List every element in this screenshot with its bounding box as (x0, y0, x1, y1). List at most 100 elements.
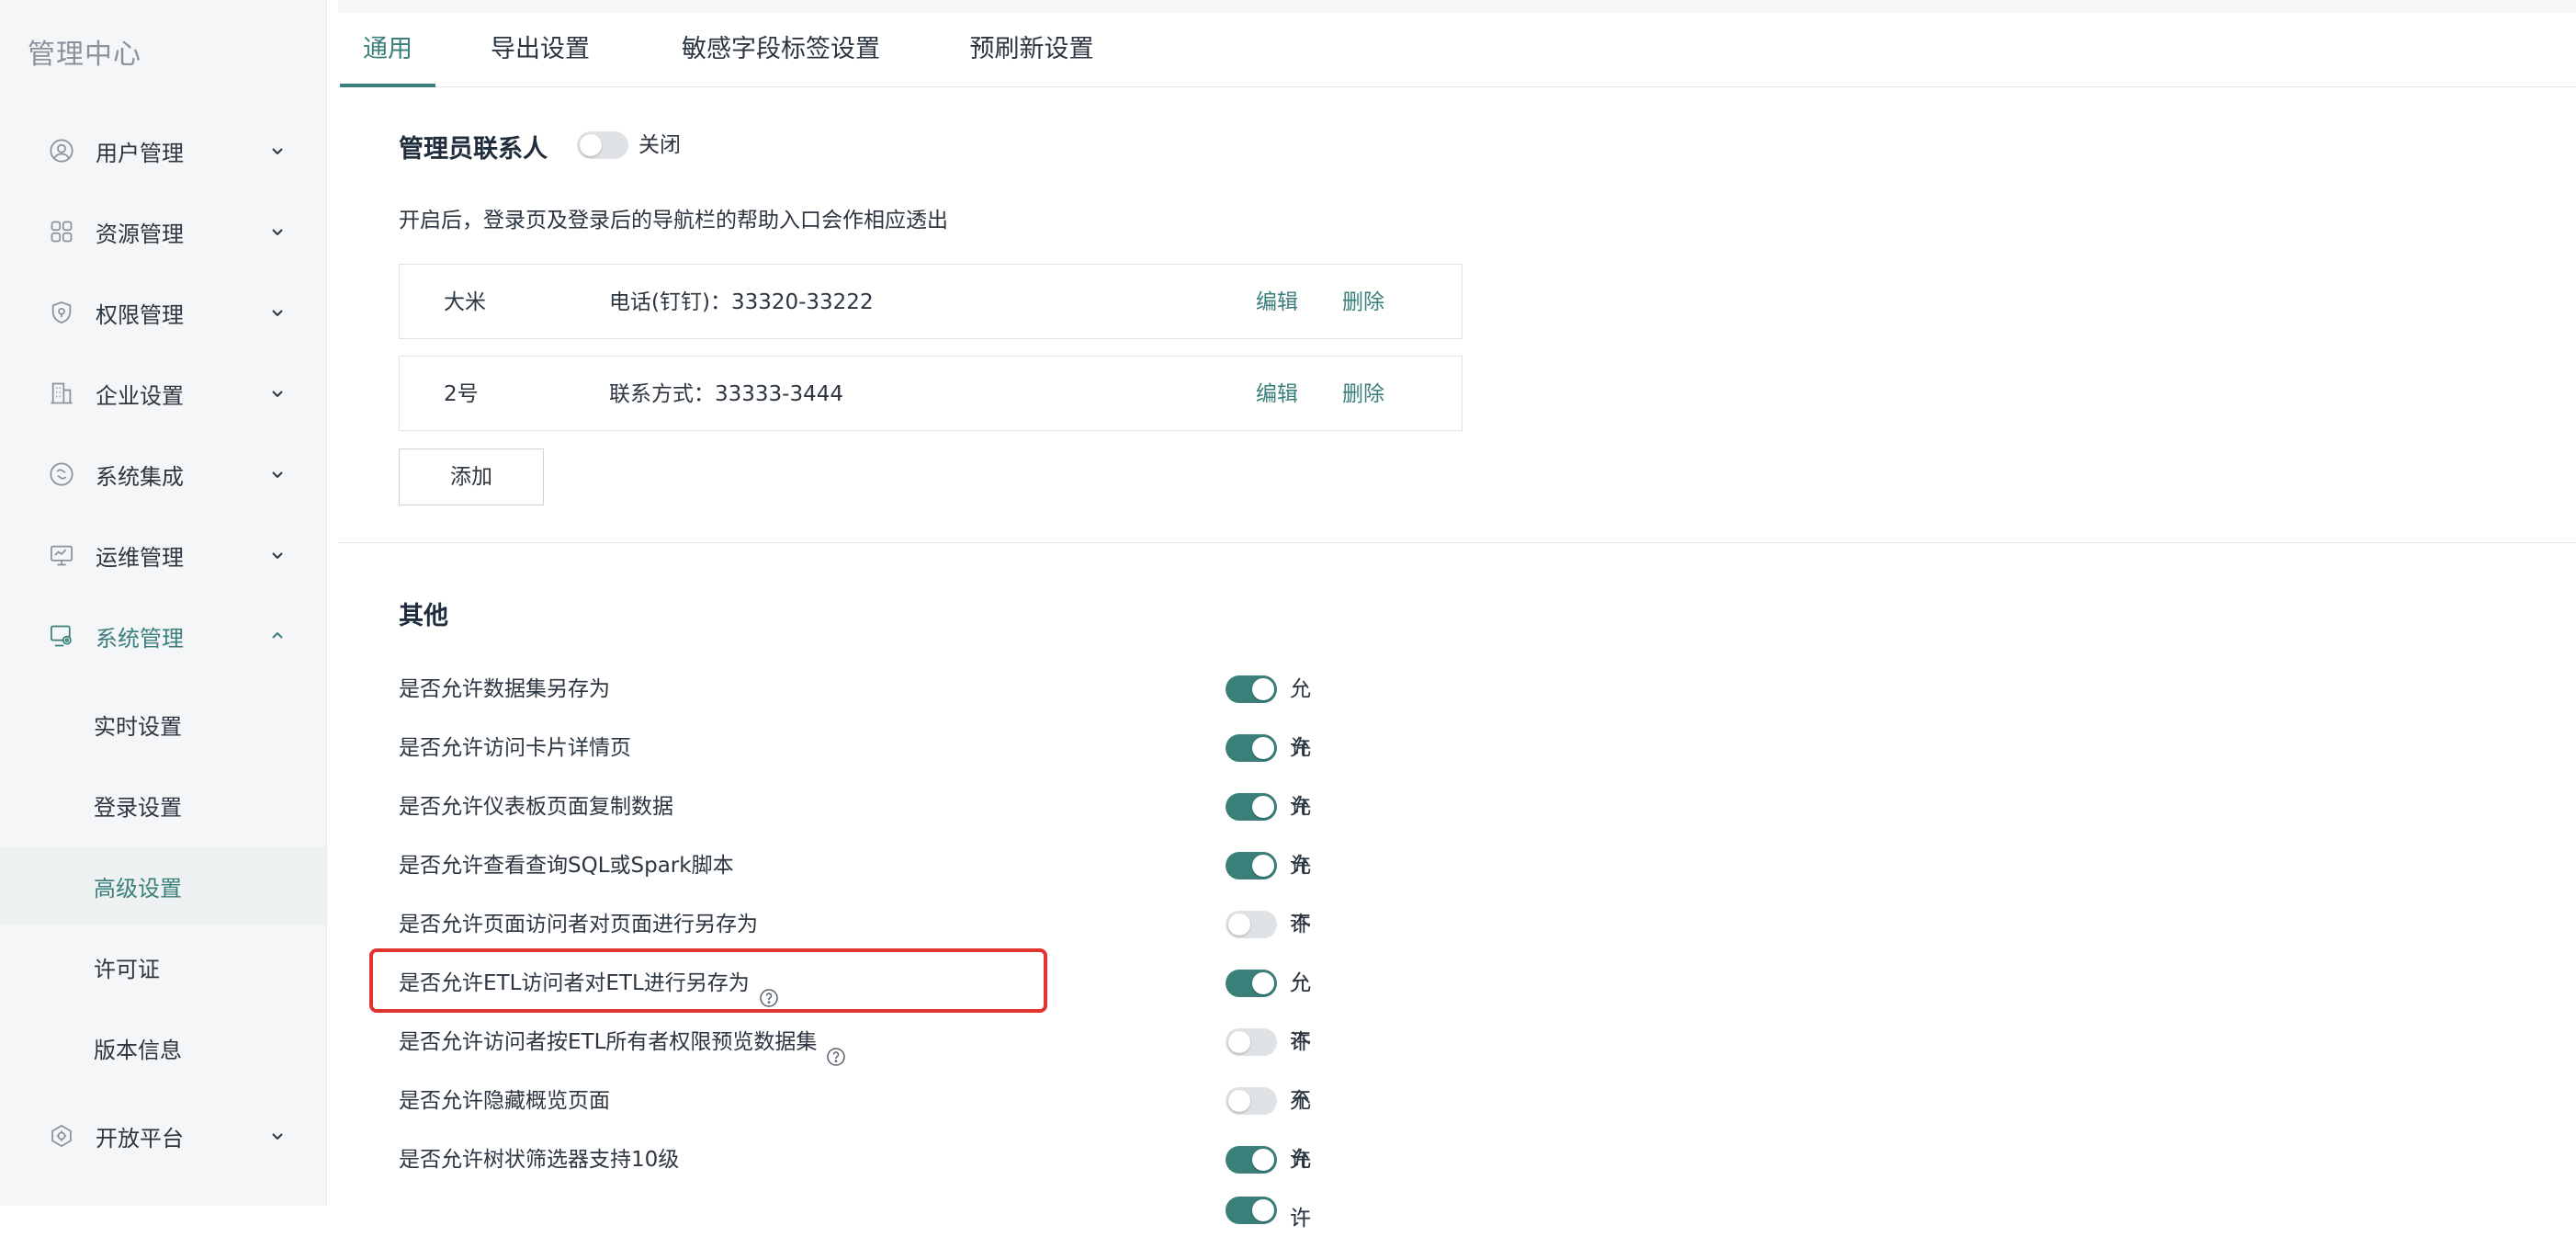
sidebar-item-label: 权限管理 (96, 301, 184, 328)
setting-label-text: 是否允许数据集另存为 (399, 677, 610, 701)
toggle-knob (1252, 972, 1274, 994)
setting-status: 允许 (1290, 1148, 1311, 1231)
sidebar-subitem-login-settings[interactable]: 登录设置 (0, 766, 326, 844)
top-strip (338, 0, 2576, 13)
setting-toggle[interactable] (1226, 1028, 1277, 1056)
sidebar-subitem-version-info[interactable]: 版本信息 (0, 1009, 326, 1086)
tab-bar: 通用 导出设置 敏感字段标签设置 预刷新设置 (338, 13, 2576, 87)
toggle-knob (1252, 1199, 1274, 1221)
setting-toggle[interactable] (1226, 1146, 1277, 1174)
sidebar-item-label: 运维管理 (96, 544, 184, 571)
setting-toggle[interactable] (1226, 911, 1277, 938)
chevron-down-icon (268, 384, 287, 403)
chevron-down-icon (268, 222, 287, 241)
contact-card: 2号 联系方式：33333-3444 编辑 删除 (399, 356, 1463, 431)
monitor-icon (48, 541, 75, 569)
sidebar-item-label: 开放平台 (96, 1125, 184, 1152)
chevron-down-icon (268, 546, 287, 564)
setting-toggle[interactable] (1226, 1197, 1277, 1224)
sidebar-item-label: 资源管理 (96, 221, 184, 247)
sidebar-item-open-platform[interactable]: 开放平台 (0, 1099, 326, 1173)
sidebar-subitem-license[interactable]: 许可证 (0, 928, 326, 1005)
setting-label: 是否允许查看查询SQL或Spark脚本 (399, 836, 734, 895)
setting-label-text: 是否允许查看查询SQL或Spark脚本 (399, 854, 734, 878)
sidebar-item-label: 企业设置 (96, 382, 184, 409)
help-icon[interactable] (826, 1031, 846, 1066)
toggle-knob (580, 134, 602, 156)
grid-apps-icon (48, 218, 75, 245)
sidebar-subitem-advanced-settings[interactable]: 高级设置 (0, 847, 326, 925)
sidebar-item-label: 系统管理 (96, 625, 184, 652)
setting-row: 是否允许仪表板页面复制数据 允许 (399, 777, 1311, 878)
setting-toggle[interactable] (1226, 675, 1277, 703)
setting-toggle[interactable] (1226, 1087, 1277, 1115)
help-icon[interactable] (759, 972, 779, 1007)
admin-contact-title: 管理员联系人 (399, 135, 548, 164)
sidebar-subitem-label: 登录设置 (94, 794, 182, 821)
setting-label: 是否允许ETL访问者对ETL进行另存为 (399, 954, 779, 1013)
setting-label-text: 是否允许树状筛选器支持10级 (399, 1148, 680, 1172)
setting-row: 是否允许ETL访问者对ETL进行另存为 允许 (399, 954, 1311, 1054)
setting-label-text: 是否允许页面访问者对页面进行另存为 (399, 913, 758, 936)
setting-label-text: 是否允许访问卡片详情页 (399, 736, 631, 760)
setting-toggle[interactable] (1226, 793, 1277, 821)
chevron-down-icon (268, 303, 287, 322)
sidebar-item-system-management[interactable]: 系统管理 (0, 599, 326, 673)
tab-general[interactable]: 通用 (340, 13, 435, 87)
other-section-title: 其他 (399, 602, 448, 630)
setting-label: 是否允许访问者按ETL所有者权限预览数据集 (399, 1013, 846, 1072)
sidebar-item-label: 系统集成 (96, 463, 184, 490)
sidebar-item-label: 用户管理 (96, 140, 184, 166)
setting-label-text: 是否允许隐藏概览页面 (399, 1089, 610, 1113)
setting-row: 是否允许隐藏概览页面 不允许 (399, 1072, 1311, 1231)
delete-contact-link[interactable]: 删除 (1342, 265, 1384, 340)
setting-label-text: 是否允许访问者按ETL所有者权限预览数据集 (399, 1030, 818, 1054)
delete-contact-link[interactable]: 删除 (1342, 357, 1384, 432)
setting-label-text: 是否允许仪表板页面复制数据 (399, 795, 673, 819)
toggle-knob (1228, 1031, 1250, 1053)
sidebar-subitem-realtime-settings[interactable]: 实时设置 (0, 686, 326, 763)
setting-row: 是否允许树状筛选器支持10级 允许 (399, 1130, 1311, 1231)
admin-contact-toggle[interactable] (577, 131, 628, 159)
toggle-knob (1252, 1149, 1274, 1171)
toggle-knob (1228, 1090, 1250, 1112)
setting-toggle[interactable] (1226, 734, 1277, 762)
setting-row: 是否允许访问卡片详情页 允许 (399, 719, 1311, 819)
add-contact-button[interactable]: 添加 (399, 448, 544, 505)
sidebar-item-permission-management[interactable]: 权限管理 (0, 276, 326, 349)
tab-sensitive-field-tags[interactable]: 敏感字段标签设置 (676, 13, 886, 86)
sidebar-subitem-label: 高级设置 (94, 875, 182, 902)
edit-contact-link[interactable]: 编辑 (1256, 265, 1298, 340)
sidebar-item-resource-management[interactable]: 资源管理 (0, 195, 326, 268)
system-settings-icon (48, 622, 75, 650)
setting-label: 是否允许访问卡片详情页 (399, 719, 631, 777)
sidebar-item-system-integration[interactable]: 系统集成 (0, 437, 326, 511)
setting-label: 是否允许数据集另存为 (399, 660, 610, 719)
chevron-down-icon (268, 465, 287, 483)
setting-row: 是否允许页面访问者对页面进行另存为 不允许 (399, 895, 1311, 1054)
setting-toggle[interactable] (1226, 852, 1277, 879)
sidebar-title: 管理中心 (28, 39, 141, 71)
tab-prerefresh-settings[interactable]: 预刷新设置 (963, 13, 1101, 86)
toggle-knob (1252, 737, 1274, 759)
chevron-up-icon (268, 627, 287, 645)
sidebar-subitem-label: 实时设置 (94, 713, 182, 740)
setting-toggle[interactable] (1226, 970, 1277, 997)
sidebar: 管理中心 用户管理 资源管理 权限管理 企业设置 系统集成 运维管理 系统管理 … (0, 0, 327, 1206)
integration-icon (48, 460, 75, 488)
tab-export-settings[interactable]: 导出设置 (487, 13, 593, 86)
setting-row: 是否允许查看查询SQL或Spark脚本 允许 (399, 836, 1311, 936)
edit-contact-link[interactable]: 编辑 (1256, 357, 1298, 432)
open-platform-icon (48, 1122, 75, 1150)
toggle-knob (1228, 913, 1250, 936)
user-circle-icon (48, 137, 75, 165)
setting-label: 是否允许树状筛选器支持10级 (399, 1130, 679, 1189)
sidebar-item-ops-management[interactable]: 运维管理 (0, 518, 326, 592)
sidebar-subitem-label: 版本信息 (94, 1037, 182, 1063)
admin-contact-description: 开启后，登录页及登录后的导航栏的帮助入口会作相应透出 (399, 209, 948, 233)
contact-name: 大米 (444, 290, 486, 314)
sidebar-item-user-management[interactable]: 用户管理 (0, 114, 326, 187)
toggle-knob (1252, 855, 1274, 877)
sidebar-item-enterprise-settings[interactable]: 企业设置 (0, 357, 326, 430)
contact-card: 大米 电话(钉钉)：33320-33222 编辑 删除 (399, 264, 1463, 339)
